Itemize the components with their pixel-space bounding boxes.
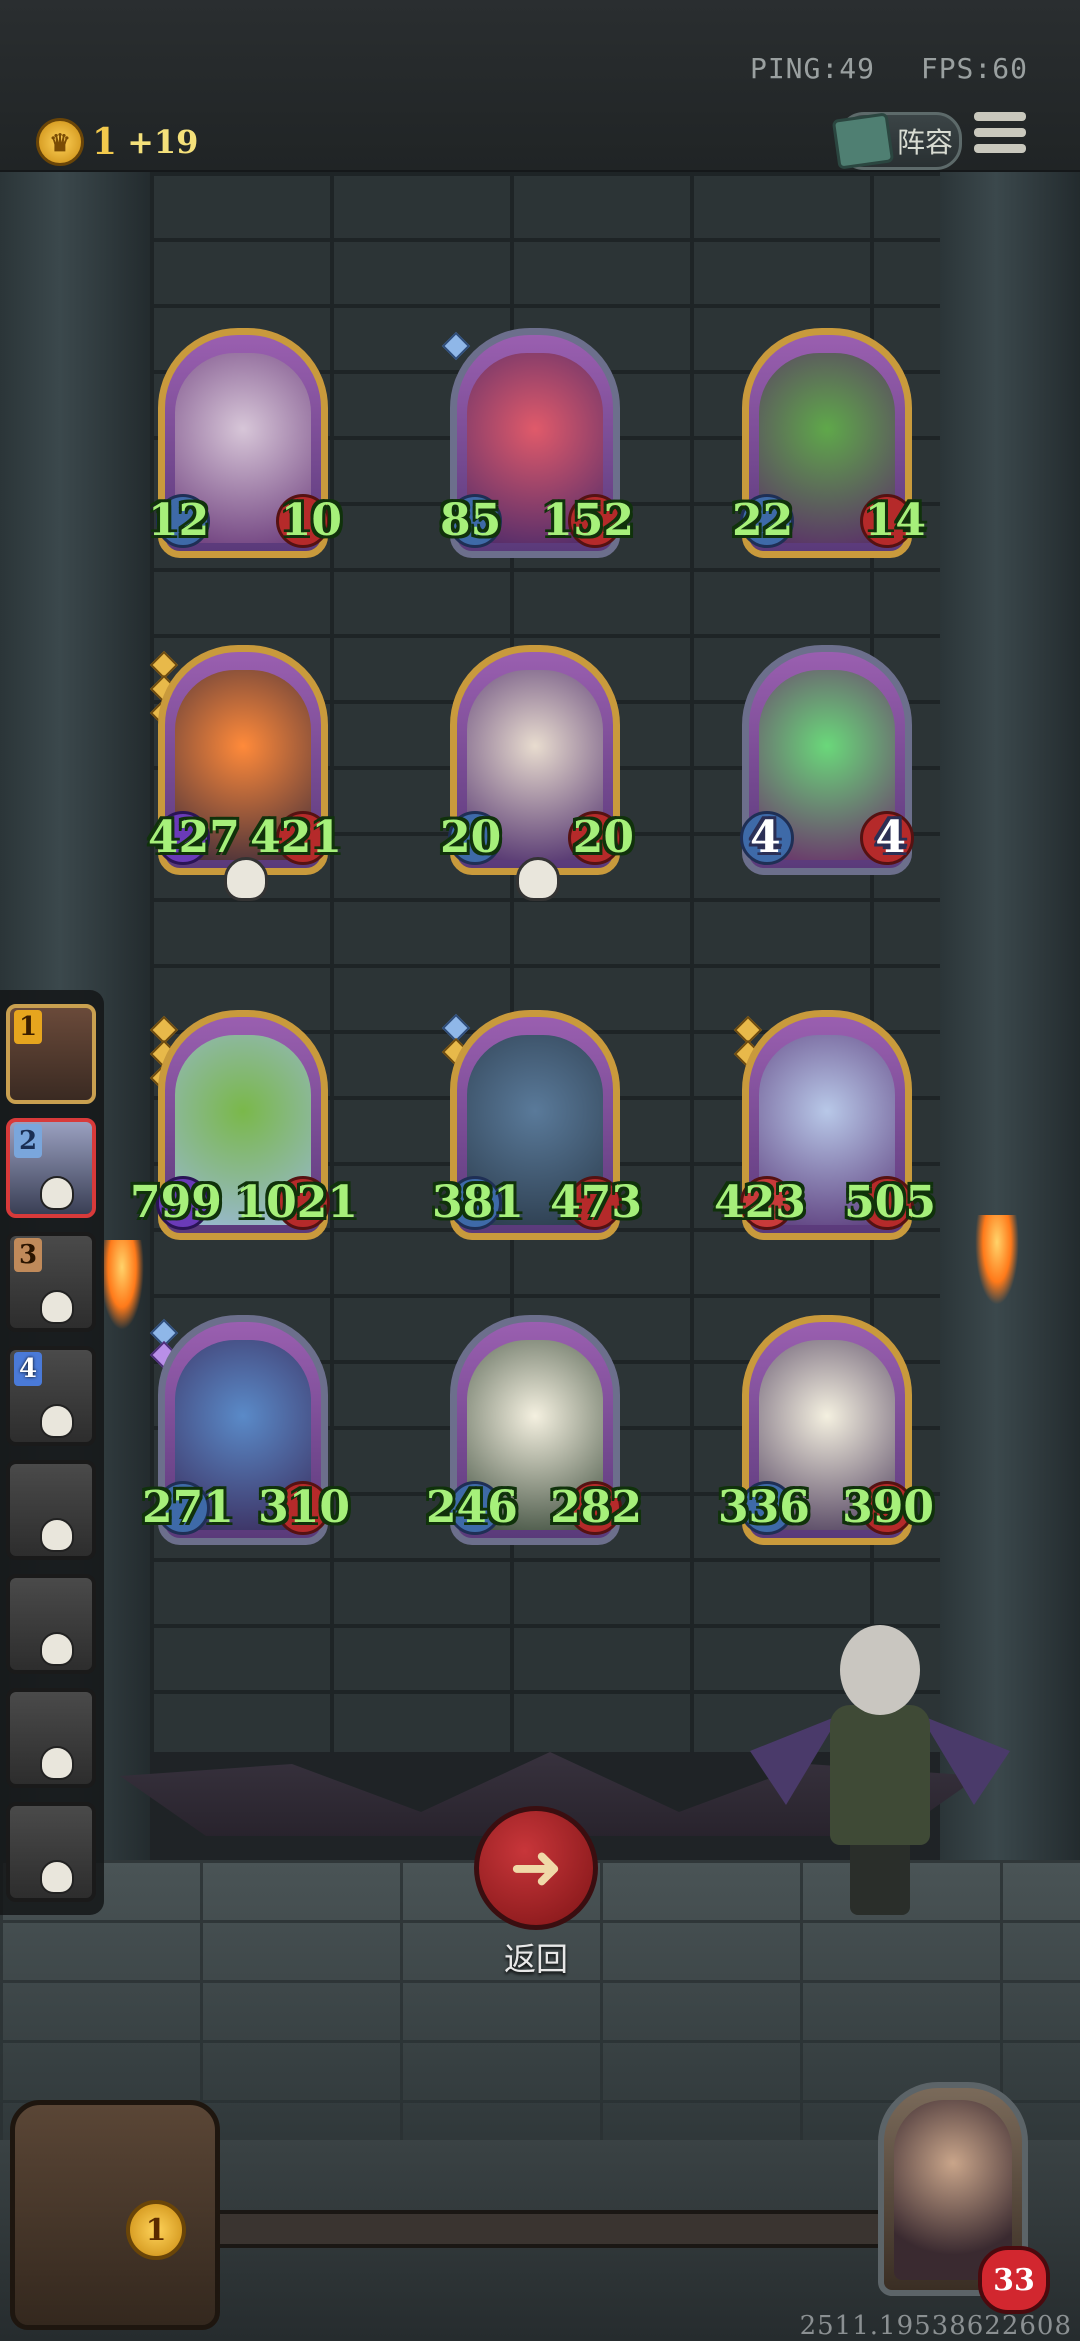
menu-button[interactable] (974, 112, 1026, 162)
unit-health: 310 (258, 1482, 350, 1533)
treasure-chest[interactable] (10, 2100, 220, 2330)
gold-counter: ♛ 1 +19 (36, 118, 198, 166)
slot-number: 3 (14, 1238, 42, 1272)
unit-health: 152 (542, 495, 634, 546)
team-order-list: 1 2 3 4 (0, 990, 104, 1915)
lineup-button[interactable]: 阵容 (831, 112, 962, 170)
unit-card[interactable]: 336 390 (718, 1315, 934, 1545)
crown-coin-icon: ♛ (36, 118, 84, 166)
hero-head (840, 1625, 920, 1715)
unit-attack: 381 (432, 1177, 524, 1228)
team-slot[interactable] (6, 1574, 96, 1674)
team-slot[interactable]: 1 (6, 1004, 96, 1104)
unit-health: 282 (550, 1482, 642, 1533)
unit-health: 10 (280, 495, 342, 546)
unit-attack: 246 (426, 1482, 518, 1533)
unit-attack: 85 (440, 495, 502, 546)
unit-card[interactable]: 20 20 (440, 645, 634, 901)
unit-attack: 336 (718, 1482, 810, 1533)
skull-icon (40, 1746, 74, 1780)
unit-card[interactable]: 85 152 (440, 328, 634, 558)
ping-readout: PING:49 (749, 52, 875, 85)
gold-amount: 1 (92, 121, 118, 163)
unit-attack: 799 (130, 1177, 222, 1228)
network-status: PING:49 FPS:60 (722, 52, 1028, 85)
lineup-label: 阵容 (897, 126, 954, 159)
unit-attack: 22 (732, 495, 794, 546)
unit-health: 4 (875, 812, 906, 863)
slot-number: 2 (14, 1124, 42, 1158)
back-arrow-icon: ➜ (509, 1831, 563, 1905)
unit-attack: 423 (714, 1177, 806, 1228)
skull-icon (40, 1404, 74, 1438)
unit-card[interactable]: 423 505 (714, 1010, 936, 1240)
skull-icon (40, 1518, 74, 1552)
hero-character (750, 1625, 1010, 1915)
unit-card[interactable]: 12 10 (148, 328, 342, 558)
unit-card[interactable]: 427 421 (148, 645, 342, 901)
fps-readout: FPS:60 (920, 52, 1028, 85)
slot-number: 4 (14, 1352, 42, 1386)
player-health: 33 (978, 2246, 1050, 2314)
skull-icon (40, 1632, 74, 1666)
unit-card[interactable]: 271 310 (142, 1315, 350, 1545)
unit-card[interactable]: 799 1021 (130, 1010, 358, 1240)
player-id: 2511.19538622608 (799, 2311, 1072, 2341)
skull-icon (516, 857, 560, 901)
unit-health: 14 (864, 495, 926, 546)
torch-icon (975, 1215, 1019, 1305)
skull-icon (40, 1176, 74, 1210)
team-slot[interactable]: 4 (6, 1346, 96, 1446)
team-slot[interactable]: 2 (6, 1118, 96, 1218)
unit-attack: 271 (142, 1482, 234, 1533)
unit-health: 390 (842, 1482, 934, 1533)
unit-attack: 4 (750, 812, 781, 863)
unit-card[interactable]: 246 282 (426, 1315, 642, 1545)
team-slot[interactable] (6, 1688, 96, 1788)
book-icon (831, 112, 895, 170)
gold-income: +19 (127, 123, 199, 161)
unit-attack: 427 (148, 812, 240, 863)
hero-legs (850, 1845, 910, 1915)
unit-card[interactable]: 22 14 (732, 328, 926, 558)
torch-icon (100, 1240, 144, 1330)
skull-icon (224, 857, 268, 901)
unit-attack: 12 (148, 495, 210, 546)
unit-attack: 20 (440, 812, 502, 863)
back-label: 返回 (503, 1940, 568, 1978)
right-pillar (940, 172, 1080, 1872)
team-slot[interactable]: 3 (6, 1232, 96, 1332)
chest-count: 1 (126, 2200, 186, 2260)
menu-icon (974, 112, 1026, 121)
unit-health: 505 (844, 1177, 936, 1228)
unit-health: 421 (250, 812, 342, 863)
unit-health: 20 (572, 812, 634, 863)
menu-icon-bar (974, 144, 1026, 153)
team-slot[interactable] (6, 1802, 96, 1902)
skull-icon (40, 1290, 74, 1324)
unit-card[interactable]: 381 473 (432, 1010, 642, 1240)
back-button[interactable]: ➜ (474, 1806, 598, 1930)
hero-body (830, 1705, 930, 1845)
team-slot[interactable] (6, 1460, 96, 1560)
rail-track (200, 2210, 888, 2248)
unit-health: 473 (550, 1177, 642, 1228)
unit-card[interactable]: 4 4 (740, 645, 914, 875)
slot-number: 1 (14, 1010, 42, 1044)
skull-icon (40, 1860, 74, 1894)
menu-icon-bar (974, 128, 1026, 137)
unit-health: 1021 (235, 1177, 358, 1228)
